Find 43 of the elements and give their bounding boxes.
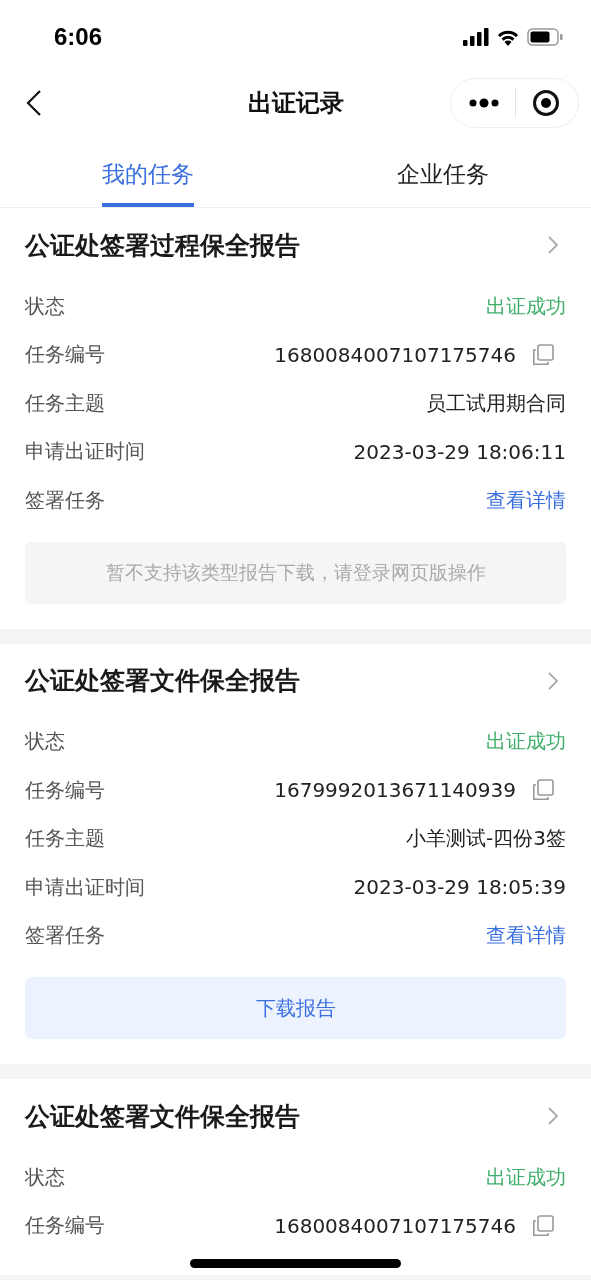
status-time: 6:06 <box>54 22 103 51</box>
details-link[interactable]: 查看详情 <box>486 486 566 514</box>
copy-icon[interactable] <box>532 1214 554 1237</box>
field-label: 任务编号 <box>25 1212 105 1240</box>
field-value: 员工试用期合同 <box>426 389 566 417</box>
task-number: 1679992013671140939 <box>274 778 516 803</box>
field-label: 签署任务 <box>25 922 105 950</box>
field-label: 申请出证时间 <box>25 438 145 466</box>
status-text: 出证成功 <box>486 1163 566 1191</box>
tab[interactable]: 企业任务 <box>397 133 490 207</box>
back-icon[interactable] <box>26 90 42 116</box>
field-label: 状态 <box>25 728 65 756</box>
signal-icon <box>463 27 489 46</box>
details-link[interactable]: 查看详情 <box>486 922 566 950</box>
task-number: 1680084007107175746 <box>274 1213 516 1238</box>
task-number: 1680084007107175746 <box>274 342 516 367</box>
record-title: 公证处签署过程保全报告 <box>25 229 300 262</box>
copy-icon[interactable] <box>532 343 554 366</box>
more-icon[interactable] <box>469 98 499 108</box>
field-value: 2023-03-29 18:06:11 <box>353 439 566 464</box>
chevron-right-icon[interactable] <box>548 671 558 690</box>
record-title: 公证处签署文件保全报告 <box>25 665 300 697</box>
chevron-right-icon[interactable] <box>548 1107 558 1125</box>
status-text: 出证成功 <box>486 728 566 756</box>
field-value: 2023-03-29 18:05:39 <box>353 875 566 900</box>
field-label: 状态 <box>25 1163 65 1191</box>
field-label: 任务主题 <box>25 825 105 853</box>
record-title: 公证处签署文件保全报告 <box>25 1100 300 1133</box>
copy-icon[interactable] <box>532 779 554 802</box>
page-title: 出证记录 <box>246 88 345 119</box>
status-text: 出证成功 <box>486 292 566 320</box>
battery-icon <box>527 27 563 46</box>
chevron-right-icon[interactable] <box>548 236 558 254</box>
close-icon[interactable] <box>532 89 560 117</box>
field-label: 状态 <box>25 292 65 320</box>
field-label: 任务主题 <box>25 389 105 417</box>
field-label: 任务编号 <box>25 776 105 804</box>
field-label: 任务编号 <box>25 341 105 369</box>
field-label: 申请出证时间 <box>25 873 145 901</box>
field-value: 小羊测试-四份3签 <box>406 825 566 853</box>
download-button[interactable]: 下载报告 <box>25 977 566 1039</box>
field-label: 签署任务 <box>25 486 105 514</box>
notice-text: 暂不支持该类型报告下载，请登录网页版操作 <box>25 541 566 604</box>
